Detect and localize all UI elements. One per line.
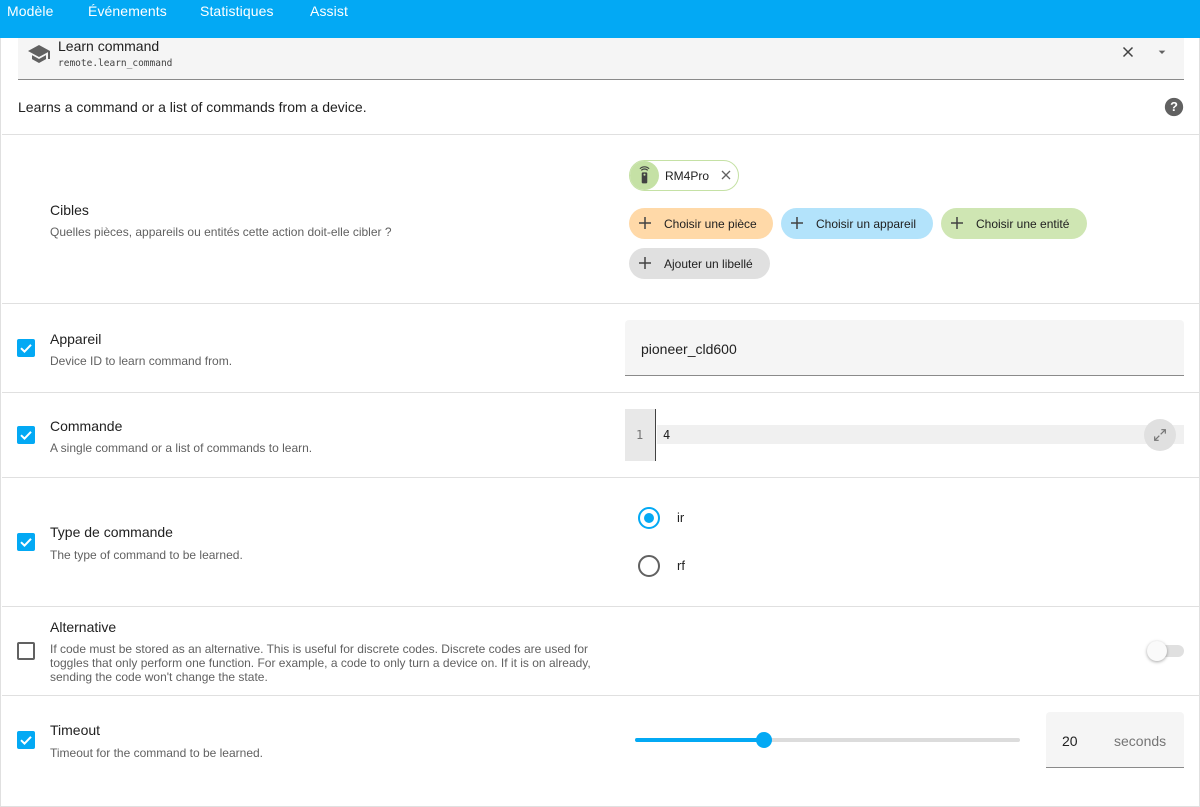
timeout-slider-handle[interactable] bbox=[755, 732, 772, 748]
targets-description: Quelles pièces, appareils ou entités cet… bbox=[50, 225, 392, 239]
command-description: A single command or a list of commands t… bbox=[50, 441, 313, 455]
choose-area-label: Choisir une pièce bbox=[664, 217, 757, 231]
radio-rf[interactable] bbox=[638, 555, 660, 577]
divider bbox=[2, 392, 1200, 393]
add-label-button[interactable]: Ajouter un libellé bbox=[629, 248, 770, 279]
selected-entity-chip[interactable]: RM4Pro bbox=[629, 160, 739, 191]
alternative-description-line: sending the code won't change the state. bbox=[50, 670, 268, 684]
check-icon bbox=[20, 431, 32, 441]
tab-assist[interactable]: Assist bbox=[310, 3, 348, 19]
choose-device-button[interactable]: Choisir un appareil bbox=[781, 208, 933, 239]
device-checkbox[interactable] bbox=[17, 339, 35, 357]
chevron-down-icon[interactable] bbox=[1154, 44, 1170, 60]
check-icon bbox=[20, 538, 32, 548]
check-icon bbox=[20, 344, 32, 354]
timeout-unit: seconds bbox=[1114, 733, 1167, 749]
action-description: Learns a command or a list of commands f… bbox=[18, 99, 367, 115]
line-gutter: 1 bbox=[625, 409, 656, 461]
command-type-description: The type of command to be learned. bbox=[50, 548, 243, 562]
action-card: Learn command remote.learn_command Learn… bbox=[0, 38, 1200, 807]
expand-icon bbox=[1154, 429, 1166, 441]
check-icon bbox=[20, 736, 32, 746]
close-icon[interactable] bbox=[1119, 43, 1137, 61]
tab-statistics[interactable]: Statistiques bbox=[200, 3, 274, 19]
device-input[interactable]: pioneer_cld600 bbox=[625, 320, 1184, 376]
plus-icon bbox=[791, 217, 803, 229]
remove-chip-icon[interactable] bbox=[720, 169, 732, 181]
choose-entity-label: Choisir une entité bbox=[976, 217, 1070, 231]
alternative-description-line: If code must be stored as an alternative… bbox=[50, 642, 589, 656]
divider bbox=[2, 695, 1200, 696]
timeout-description: Timeout for the command to be learned. bbox=[50, 746, 263, 760]
timeout-checkbox[interactable] bbox=[17, 731, 35, 749]
choose-entity-button[interactable]: Choisir une entité bbox=[941, 208, 1087, 239]
action-selector[interactable]: Learn command remote.learn_command bbox=[18, 38, 1184, 80]
command-checkbox[interactable] bbox=[17, 426, 35, 444]
alternative-checkbox[interactable] bbox=[17, 642, 35, 660]
help-icon[interactable]: ? bbox=[1163, 96, 1185, 118]
line-number: 1 bbox=[636, 428, 644, 442]
divider bbox=[2, 606, 1200, 607]
device-description: Device ID to learn command from. bbox=[50, 354, 233, 368]
tab-events[interactable]: Événements bbox=[88, 3, 167, 19]
divider bbox=[2, 134, 1200, 135]
svg-text:?: ? bbox=[1170, 99, 1178, 114]
device-input-value: pioneer_cld600 bbox=[641, 341, 737, 357]
command-title: Commande bbox=[50, 418, 123, 434]
school-icon bbox=[28, 45, 50, 63]
expand-editor-button[interactable] bbox=[1144, 419, 1176, 451]
alternative-description-line: toggles that only perform one function. … bbox=[50, 656, 591, 670]
remote-icon bbox=[639, 166, 650, 184]
top-tab-bar: Modèle Événements Statistiques Assist bbox=[0, 0, 1200, 38]
avatar bbox=[630, 161, 659, 190]
radio-ir-label: ir bbox=[677, 510, 685, 525]
entity-chip-label: RM4Pro bbox=[665, 169, 710, 183]
code-line-text: 4 bbox=[663, 428, 671, 442]
choose-device-label: Choisir un appareil bbox=[816, 217, 917, 231]
choose-area-button[interactable]: Choisir une pièce bbox=[629, 208, 773, 239]
plus-icon bbox=[639, 217, 651, 229]
timeout-input[interactable]: 20 seconds bbox=[1046, 712, 1184, 768]
targets-title: Cibles bbox=[50, 202, 89, 218]
timeout-slider[interactable] bbox=[635, 738, 1020, 742]
radio-ir[interactable] bbox=[638, 507, 660, 529]
divider bbox=[2, 477, 1200, 478]
command-type-checkbox[interactable] bbox=[17, 533, 35, 551]
command-type-title: Type de commande bbox=[50, 524, 173, 540]
code-line[interactable]: 4 bbox=[657, 425, 1184, 444]
alternative-title: Alternative bbox=[50, 619, 117, 635]
timeout-slider-fill bbox=[635, 738, 764, 742]
radio-rf-label: rf bbox=[677, 558, 685, 573]
device-title: Appareil bbox=[50, 331, 102, 347]
tab-model[interactable]: Modèle bbox=[7, 3, 54, 19]
timeout-title: Timeout bbox=[50, 722, 101, 738]
timeout-value: 20 bbox=[1062, 733, 1078, 749]
alternative-toggle-thumb[interactable] bbox=[1147, 641, 1167, 661]
plus-icon bbox=[951, 217, 963, 229]
divider bbox=[2, 303, 1200, 304]
command-code-editor[interactable]: 1 4 bbox=[625, 409, 1184, 461]
add-label-label: Ajouter un libellé bbox=[664, 257, 753, 271]
action-title: Learn command bbox=[58, 38, 160, 54]
action-service-id: remote.learn_command bbox=[58, 58, 173, 69]
plus-icon bbox=[639, 257, 651, 269]
